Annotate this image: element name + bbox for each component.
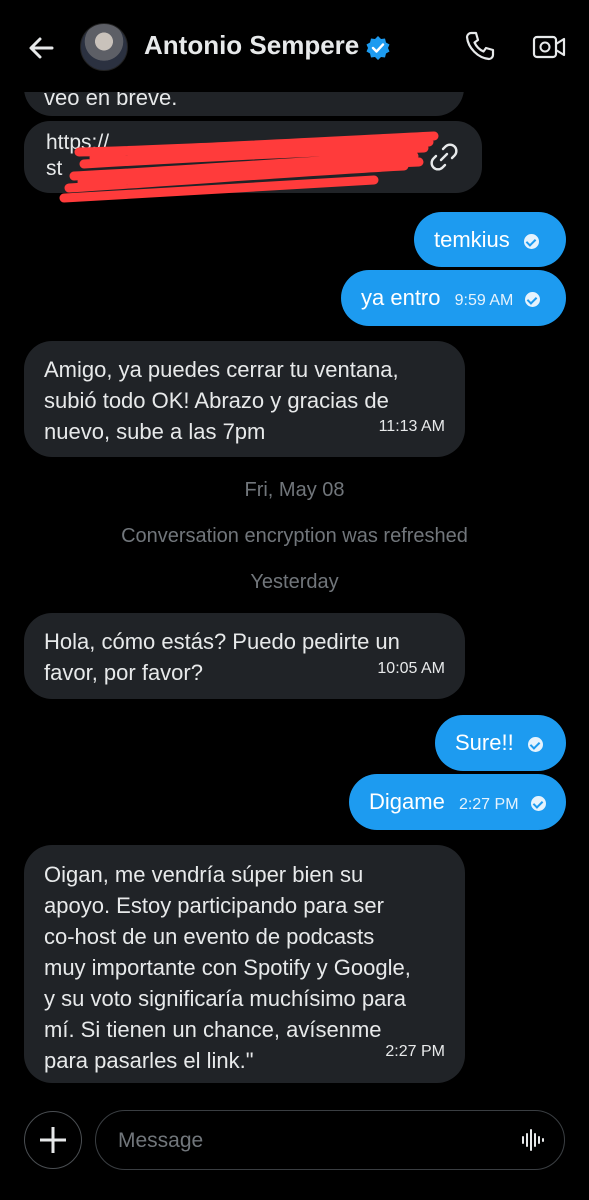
contact-name[interactable]: Antonio Sempere xyxy=(144,30,359,61)
system-message: Conversation encryption was refreshed xyxy=(121,525,468,547)
redaction-scribble xyxy=(59,131,439,203)
message-bubble-outgoing[interactable]: temkius xyxy=(414,212,566,267)
message-composer xyxy=(95,1110,565,1170)
link-message-bubble[interactable]: https:// st xyxy=(24,121,482,203)
read-receipt-icon xyxy=(525,291,541,307)
message-text-line: co-host de un evento de podcasts xyxy=(44,924,375,949)
message-timestamp: 11:13 AM xyxy=(378,418,445,435)
message-text: temkius xyxy=(434,227,510,252)
message-text-line: apoyo. Estoy participando para ser xyxy=(44,893,384,918)
date-separator: Yesterday xyxy=(250,571,339,593)
message-bubble-incoming[interactable]: Amigo, ya puedes cerrar tu ventana, subi… xyxy=(24,341,465,457)
message-timestamp: 9:59 AM xyxy=(454,292,514,309)
message-bubble-outgoing[interactable]: Digame 2:27 PM xyxy=(349,774,566,830)
message-text: Sure!! xyxy=(455,730,514,755)
message-text-line: y su voto significaría muchísimo para xyxy=(44,986,406,1011)
phone-icon[interactable] xyxy=(464,30,496,62)
verified-badge-icon xyxy=(366,36,390,60)
message-text-line: muy importante con Spotify y Google, xyxy=(44,955,411,980)
message-bubble-incoming[interactable]: Oigan, me vendría súper bien su apoyo. E… xyxy=(24,845,465,1083)
message-timestamp: 2:27 PM xyxy=(458,796,519,813)
voice-waveform-icon[interactable] xyxy=(520,1128,544,1152)
message-timestamp: 2:27 PM xyxy=(385,1043,445,1060)
back-arrow-icon[interactable] xyxy=(22,28,62,68)
conversation-header: Antonio Sempere xyxy=(0,0,589,92)
message-text-line: Amigo, ya puedes cerrar tu ventana, xyxy=(44,357,399,382)
link-icon[interactable] xyxy=(428,141,460,173)
read-receipt-icon xyxy=(530,795,546,811)
video-camera-icon[interactable] xyxy=(532,31,566,63)
date-separator: Fri, May 08 xyxy=(244,479,345,501)
message-timestamp: 10:05 AM xyxy=(377,660,445,677)
message-bubble-outgoing[interactable]: Sure!! xyxy=(435,715,566,771)
message-bubble-outgoing[interactable]: ya entro 9:59 AM xyxy=(341,270,566,326)
message-input[interactable] xyxy=(116,1128,500,1154)
message-text-line: Oigan, me vendría súper bien su xyxy=(44,862,364,887)
read-receipt-icon xyxy=(527,736,543,752)
message-bubble-incoming[interactable]: Hola, cómo estás? Puedo pedirte un favor… xyxy=(24,613,465,699)
message-text: ya entro xyxy=(361,285,441,310)
message-text: Digame xyxy=(369,789,445,814)
add-attachment-button[interactable] xyxy=(24,1111,82,1169)
read-receipt-icon xyxy=(523,233,539,249)
avatar[interactable] xyxy=(80,23,128,71)
